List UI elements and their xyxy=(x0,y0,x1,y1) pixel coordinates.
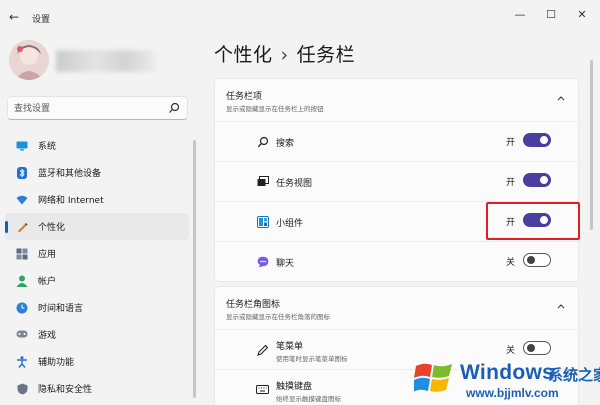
back-button[interactable]: ← xyxy=(7,10,21,24)
maximize-button[interactable]: ☐ xyxy=(541,8,561,22)
page-title: 个性化 › 任务栏 xyxy=(214,40,355,67)
breadcrumb-current: 任务栏 xyxy=(296,44,356,66)
keyboard-icon xyxy=(256,383,269,396)
windows-logo-icon xyxy=(414,363,452,392)
apps-icon xyxy=(16,248,28,260)
task-view-icon xyxy=(256,175,269,188)
pen-menu-icon xyxy=(256,343,269,356)
sidebar-item-apps[interactable]: 应用 xyxy=(5,240,189,267)
taskbar-items-header[interactable]: 任务栏项 显示或隐藏显示在任务栏上的按钮 xyxy=(215,79,578,121)
sidebar-item-time-language[interactable]: 时间和语言 xyxy=(5,294,189,321)
avatar[interactable] xyxy=(9,40,49,80)
corner-icons-header[interactable]: 任务栏角图标 显示或隐藏显示在任务栏角落的图标 xyxy=(215,287,578,329)
sidebar-item-accounts[interactable]: 帐户 xyxy=(5,267,189,294)
pen-menu-toggle[interactable] xyxy=(523,341,551,355)
search-input[interactable] xyxy=(14,101,164,116)
sidebar-scrollbar[interactable] xyxy=(193,140,196,398)
search-toggle[interactable] xyxy=(523,133,551,147)
sidebar-item-system[interactable]: 系统 xyxy=(5,132,189,159)
watermark: Windows 系统之家 www.bjjmlv.com xyxy=(410,355,600,405)
close-icon: ✕ xyxy=(577,8,587,21)
gamepad-icon xyxy=(16,329,28,341)
taskbar-items-card: 任务栏项 显示或隐藏显示在任务栏上的按钮 搜索 开 任务视图 开 小组件 开 聊… xyxy=(214,78,579,282)
widgets-icon xyxy=(256,215,269,228)
window-title: 设置 xyxy=(32,15,51,25)
minimize-icon: — xyxy=(514,8,526,21)
taskbar-item-chat-row: 聊天 关 xyxy=(215,241,578,281)
monitor-icon xyxy=(16,140,28,152)
search-icon xyxy=(256,135,269,148)
sidebar-item-gaming[interactable]: 游戏 xyxy=(5,321,189,348)
wifi-icon xyxy=(16,194,28,206)
minimize-button[interactable]: — xyxy=(510,8,530,22)
globe-clock-icon xyxy=(16,302,28,314)
chevron-up-icon xyxy=(557,304,565,309)
chevron-up-icon xyxy=(557,96,565,101)
taskbar-item-search-row: 搜索 开 xyxy=(215,121,578,161)
person-icon xyxy=(16,275,28,287)
back-arrow-icon: ← xyxy=(8,10,20,24)
breadcrumb-separator: › xyxy=(280,44,289,66)
highlight-box xyxy=(486,202,580,240)
chat-toggle[interactable] xyxy=(523,253,551,267)
sidebar-item-network[interactable]: 网络和 Internet xyxy=(5,186,189,213)
taskbar-item-task-view-row: 任务视图 开 xyxy=(215,161,578,201)
content-scrollbar[interactable] xyxy=(590,60,593,230)
sidebar-item-personalization[interactable]: 个性化 xyxy=(5,213,189,240)
task-view-toggle[interactable] xyxy=(523,173,551,187)
sidebar-item-privacy[interactable]: 隐私和安全性 xyxy=(5,375,189,402)
accessibility-icon xyxy=(16,355,28,368)
sidebar-nav: 系统 蓝牙和其他设备 网络和 Internet 个性化 应用 帐户 时间和语言 … xyxy=(5,132,189,402)
chat-icon xyxy=(256,255,269,268)
maximize-icon: ☐ xyxy=(546,8,556,21)
user-name-blurred xyxy=(56,50,156,72)
sidebar-item-accessibility[interactable]: 辅助功能 xyxy=(5,348,189,375)
shield-icon xyxy=(16,383,28,395)
breadcrumb-parent[interactable]: 个性化 xyxy=(214,44,273,66)
pen-icon xyxy=(16,221,28,233)
sidebar-item-bluetooth[interactable]: 蓝牙和其他设备 xyxy=(5,159,189,186)
close-button[interactable]: ✕ xyxy=(572,8,592,22)
bluetooth-icon xyxy=(16,166,28,179)
search-box[interactable] xyxy=(7,96,188,120)
title-bar: ← 设置 — ☐ ✕ xyxy=(0,0,600,34)
search-icon xyxy=(169,102,180,113)
